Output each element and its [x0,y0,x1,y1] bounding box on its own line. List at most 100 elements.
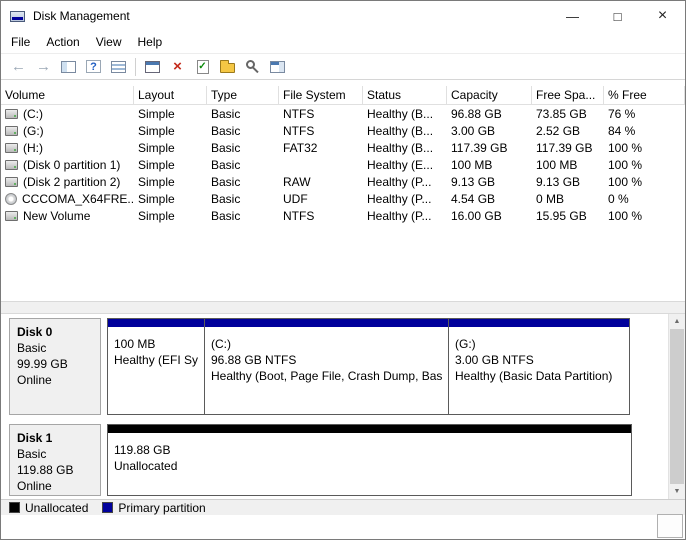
cell-type: Basic [207,141,279,155]
title-bar: Disk Management — □ × [1,1,685,31]
list-header: Volume Layout Type File System Status Ca… [1,86,685,105]
cell-fs: FAT32 [279,141,363,155]
cell-free: 117.39 GB [532,141,604,155]
partition-size: 3.00 GB NTFS [455,352,623,368]
unallocated-swatch [9,502,20,513]
delete-volume-icon[interactable]: × [166,56,189,78]
folder-glyph [220,63,235,73]
disk0-partitions: 100 MB Healthy (EFI Sys (C:) 96.88 GB NT… [107,318,630,415]
drive-icon [5,177,18,187]
volume-name: (G:) [23,124,44,138]
console-tree-glyph [61,61,76,73]
cell-status: Healthy (E... [363,158,447,172]
cell-status: Healthy (B... [363,141,447,155]
col-type[interactable]: Type [207,86,279,104]
find-icon[interactable] [241,56,264,78]
cell-free: 100 MB [532,158,604,172]
partition-c[interactable]: (C:) 96.88 GB NTFS Healthy (Boot, Page F… [204,318,449,415]
partition-status: Healthy (EFI Sys [114,352,198,368]
drive-icon [5,109,18,119]
cell-free: 73.85 GB [532,107,604,121]
volume-row[interactable]: (G:) Simple Basic NTFS Healthy (B... 3.0… [1,122,685,139]
col-freespace[interactable]: Free Spa... [532,86,604,104]
pane-splitter[interactable] [1,301,685,314]
disk-name: Disk 0 [17,324,93,340]
close-button[interactable]: × [640,1,685,31]
help-icon[interactable]: ? [82,56,105,78]
console-tree-icon[interactable] [57,56,80,78]
volume-row[interactable]: CCCOMA_X64FRE... Simple Basic UDF Health… [1,190,685,207]
window-title: Disk Management [31,9,550,23]
col-status[interactable]: Status [363,86,447,104]
drive-icon [5,211,18,221]
cell-fs: RAW [279,175,363,189]
menu-action[interactable]: Action [38,32,87,53]
disk-type: Basic [17,340,93,356]
legend-label: Primary partition [118,501,205,515]
fields-icon[interactable] [266,56,289,78]
cell-layout: Simple [134,192,207,206]
export-list-icon[interactable] [107,56,130,78]
cell-layout: Simple [134,175,207,189]
disk0-label[interactable]: Disk 0 Basic 99.99 GB Online [9,318,101,415]
col-volume[interactable]: Volume [1,86,134,104]
volume-row[interactable]: New Volume Simple Basic NTFS Healthy (P.… [1,207,685,224]
open-icon[interactable] [216,56,239,78]
col-capacity[interactable]: Capacity [447,86,532,104]
partition-status: Healthy (Boot, Page File, Crash Dump, Ba… [211,368,442,384]
cell-type: Basic [207,175,279,189]
volume-row[interactable]: (Disk 2 partition 2) Simple Basic RAW He… [1,173,685,190]
cell-pct: 100 % [604,158,685,172]
cell-layout: Simple [134,107,207,121]
partition-text: (G:) 3.00 GB NTFS Healthy (Basic Data Pa… [449,327,629,384]
cell-capacity: 4.54 GB [447,192,532,206]
cell-capacity: 16.00 GB [447,209,532,223]
cell-capacity: 3.00 GB [447,124,532,138]
volume-row[interactable]: (C:) Simple Basic NTFS Healthy (B... 96.… [1,105,685,122]
col-pctfree[interactable]: % Free [604,86,685,104]
scroll-down-icon[interactable]: ▼ [669,484,685,499]
cell-free: 15.95 GB [532,209,604,223]
volume-row[interactable]: (H:) Simple Basic FAT32 Healthy (B... 11… [1,139,685,156]
partition-unallocated[interactable]: 119.88 GB Unallocated [107,424,632,496]
menu-view[interactable]: View [88,32,130,53]
partition-efi[interactable]: 100 MB Healthy (EFI Sys [107,318,205,415]
disk-area: Disk 0 Basic 99.99 GB Online 100 MB Heal… [1,314,668,499]
volume-name: CCCOMA_X64FRE... [22,192,134,206]
minimize-button[interactable]: — [550,1,595,31]
vertical-scrollbar[interactable]: ▲ ▼ [668,314,685,499]
scrollbar-thumb[interactable] [670,329,684,484]
disk-row-0: Disk 0 Basic 99.99 GB Online 100 MB Heal… [9,318,668,415]
cell-status: Healthy (B... [363,124,447,138]
properties-glyph: ✓ [197,60,209,74]
disk-name: Disk 1 [17,430,93,446]
partition-status: Healthy (Basic Data Partition) [455,368,623,384]
magnifier-glyph [246,60,255,69]
cell-layout: Simple [134,158,207,172]
legend-label: Unallocated [25,501,88,515]
menu-file[interactable]: File [3,32,38,53]
col-layout[interactable]: Layout [134,86,207,104]
scroll-up-icon[interactable]: ▲ [669,314,685,329]
partition-text: 100 MB Healthy (EFI Sys [108,327,204,368]
volume-row[interactable]: (Disk 0 partition 1) Simple Basic Health… [1,156,685,173]
cell-status: Healthy (B... [363,107,447,121]
back-icon[interactable]: ← [7,56,30,78]
action-pane-icon[interactable] [141,56,164,78]
bottom-strip [1,515,685,539]
cell-status: Healthy (P... [363,209,447,223]
cell-free: 0 MB [532,192,604,206]
legend-bar: Unallocated Primary partition [1,499,685,515]
forward-icon[interactable]: → [32,56,55,78]
disk1-label[interactable]: Disk 1 Basic 119.88 GB Online [9,424,101,496]
disk-status: Online [17,478,93,494]
partition-size: 100 MB [114,336,198,352]
drive-icon [5,126,18,136]
properties-icon[interactable]: ✓ [191,56,214,78]
cell-layout: Simple [134,124,207,138]
col-filesystem[interactable]: File System [279,86,363,104]
partition-g[interactable]: (G:) 3.00 GB NTFS Healthy (Basic Data Pa… [448,318,630,415]
partition-text: 119.88 GB Unallocated [108,433,631,474]
maximize-button[interactable]: □ [595,1,640,31]
menu-help[interactable]: Help [130,32,171,53]
